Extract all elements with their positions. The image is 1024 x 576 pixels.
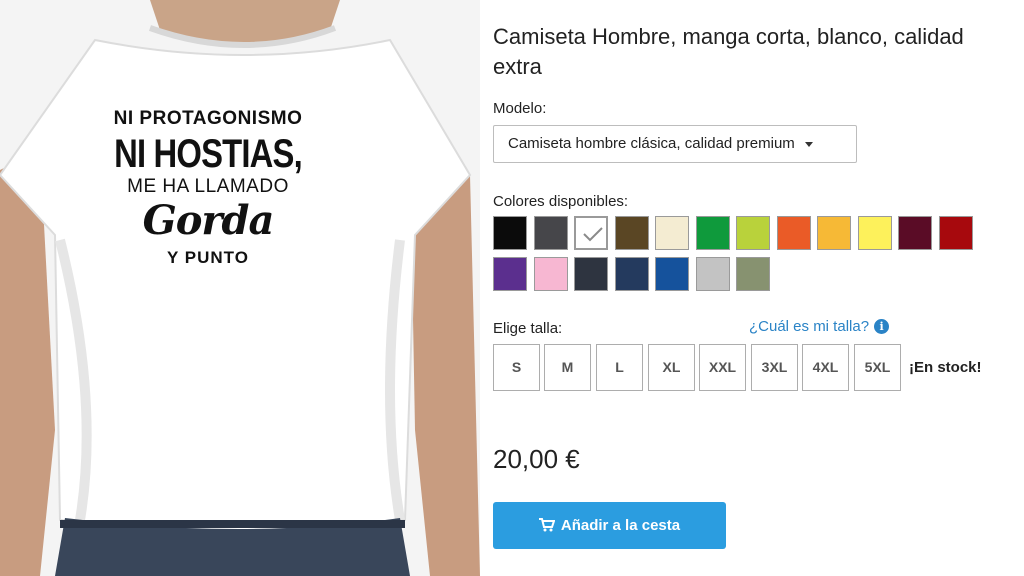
- size-option[interactable]: M: [544, 344, 591, 391]
- color-swatch[interactable]: [938, 216, 973, 250]
- tshirt-print: NI PROTAGONISMO NI HOSTIAS, ME HA LLAMAD…: [88, 108, 328, 268]
- model-label: Modelo:: [493, 100, 547, 117]
- size-option[interactable]: S: [493, 344, 540, 391]
- color-swatch[interactable]: [533, 216, 568, 250]
- color-swatch[interactable]: [695, 257, 730, 291]
- caret-down-icon: [804, 141, 813, 147]
- size-option[interactable]: 3XL: [751, 344, 798, 391]
- color-swatch[interactable]: [533, 257, 568, 291]
- print-line-1: NI PROTAGONISMO: [113, 108, 303, 129]
- color-swatch[interactable]: [817, 216, 851, 250]
- print-line-4: Gorda: [142, 197, 275, 244]
- color-swatch[interactable]: [493, 216, 527, 250]
- color-swatch[interactable]: [614, 216, 649, 250]
- checkmark-icon: [583, 227, 603, 242]
- print-line-5: Y PUNTO: [167, 248, 249, 267]
- size-help-link[interactable]: ¿Cuál es mi talla? i: [749, 318, 890, 335]
- color-swatch[interactable]: [857, 216, 892, 250]
- tshirt-photo: [0, 0, 480, 576]
- size-label: Elige talla:: [493, 320, 563, 337]
- color-swatch[interactable]: [614, 257, 649, 291]
- size-option[interactable]: 5XL: [854, 344, 901, 391]
- color-swatch[interactable]: [898, 216, 932, 250]
- color-swatch[interactable]: [776, 216, 811, 250]
- print-line-2: NI HOSTIAS,: [114, 132, 303, 176]
- add-to-cart-button[interactable]: Añadir a la cesta: [493, 502, 726, 549]
- color-swatch[interactable]: [695, 216, 730, 250]
- color-swatch[interactable]: [493, 257, 527, 291]
- product-image[interactable]: NI PROTAGONISMO NI HOSTIAS, ME HA LLAMAD…: [0, 0, 480, 576]
- size-option[interactable]: XXL: [699, 344, 746, 391]
- colors-label: Colores disponibles:: [493, 193, 629, 210]
- print-line-3: ME HA LLAMADO: [127, 176, 289, 197]
- color-swatch[interactable]: [736, 257, 770, 291]
- size-option[interactable]: 4XL: [802, 344, 849, 391]
- add-to-cart-label: Añadir a la cesta: [560, 517, 681, 534]
- model-select[interactable]: Camiseta hombre clásica, calidad premium: [493, 125, 857, 163]
- cart-icon: [538, 504, 556, 551]
- color-swatch[interactable]: [736, 216, 770, 250]
- size-option[interactable]: L: [596, 344, 643, 391]
- color-swatch[interactable]: [655, 216, 689, 250]
- info-icon[interactable]: i: [874, 319, 890, 334]
- color-swatch[interactable]: [574, 216, 608, 250]
- color-swatch[interactable]: [655, 257, 689, 291]
- model-select-value: Camiseta hombre clásica, calidad premium: [508, 135, 795, 152]
- price: 20,00 €: [493, 444, 580, 474]
- stock-status: ¡En stock!: [909, 359, 982, 376]
- color-swatch[interactable]: [574, 257, 608, 291]
- product-title: Camiseta Hombre, manga corta, blanco, ca…: [493, 24, 964, 79]
- size-help-text: ¿Cuál es mi talla?: [749, 318, 870, 335]
- size-option[interactable]: XL: [648, 344, 695, 391]
